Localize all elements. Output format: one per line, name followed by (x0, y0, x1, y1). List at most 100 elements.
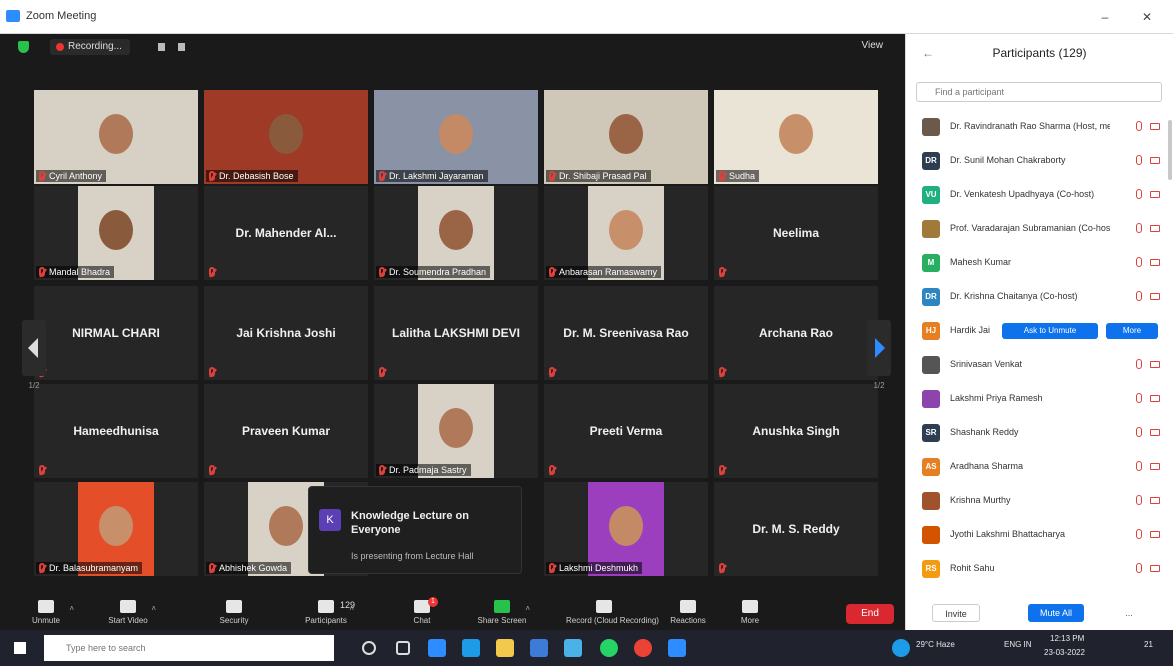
participant-row[interactable]: M Mahesh Kumar (906, 246, 1166, 280)
stop-recording-icon[interactable] (178, 43, 185, 51)
video-tile[interactable]: Dr. M. S. Reddy (714, 482, 878, 576)
participant-face (269, 506, 303, 546)
share-notification[interactable]: K Knowledge Lecture on Everyone Is prese… (308, 486, 522, 574)
video-tile[interactable]: Mandal Bhadra (34, 186, 198, 280)
end-meeting-button[interactable]: End (846, 604, 894, 624)
weather-text[interactable]: 29°C Haze (916, 640, 955, 649)
panel-scrollbar[interactable] (1168, 120, 1172, 180)
participant-row[interactable]: RS Rohit Sahu (906, 552, 1166, 586)
participant-row[interactable]: Prof. Varadarajan Subramanian (Co-host) (906, 212, 1166, 246)
video-tile[interactable]: Preeti Verma (544, 384, 708, 478)
close-button[interactable]: ✕ (1132, 6, 1162, 28)
video-tile[interactable]: Dr. Balasubramanyam (34, 482, 198, 576)
clock-date[interactable]: 23-03-2022 (1044, 648, 1085, 657)
mail-icon[interactable] (530, 639, 548, 657)
clock-time[interactable]: 12:13 PM (1050, 634, 1084, 643)
store-icon[interactable] (564, 639, 582, 657)
zoom-taskbar-icon[interactable] (428, 639, 446, 657)
minimize-button[interactable]: – (1090, 6, 1120, 28)
participant-name: Rohit Sahu (950, 563, 995, 573)
participant-name-label: Dr. Debasish Bose (206, 170, 298, 182)
chevron-up-icon[interactable]: ˄ (349, 604, 354, 613)
toolbar-button[interactable]: Record (Cloud Recording) (566, 596, 659, 630)
muted-mic-icon (39, 465, 45, 475)
video-tile[interactable]: Cyril Anthony (34, 90, 198, 184)
muted-mic-icon (1136, 257, 1142, 267)
mute-all-button[interactable]: Mute All (1028, 604, 1084, 622)
weather-icon (892, 639, 910, 657)
participant-row[interactable]: Jyothi Lakshmi Bhattacharya (906, 518, 1166, 552)
video-tile[interactable]: Lakshmi Deshmukh (544, 482, 708, 576)
language-indicator[interactable]: ENG IN (1004, 640, 1032, 649)
video-tile[interactable]: Dr. Shibaji Prasad Pal (544, 90, 708, 184)
security-shield-icon[interactable] (18, 41, 29, 53)
toolbar-button[interactable]: More (712, 596, 788, 630)
participant-row[interactable]: DR Dr. Sunil Mohan Chakraborty (906, 144, 1166, 178)
participant-row[interactable]: Krishna Murthy (906, 484, 1166, 518)
video-tile[interactable]: Dr. Soumendra Pradhan (374, 186, 538, 280)
participant-row[interactable]: SR Shashank Reddy (906, 416, 1166, 450)
view-button[interactable]: View (862, 40, 884, 51)
toolbar-button[interactable]: ˄ Share Screen (464, 596, 540, 630)
panel-more-button[interactable]: ... (1118, 604, 1140, 622)
participant-more-button[interactable]: More (1106, 323, 1158, 339)
chevron-up-icon[interactable]: ˄ (525, 604, 530, 613)
invite-button[interactable]: Invite (932, 604, 980, 622)
avatar: DR (922, 152, 940, 170)
video-tile[interactable]: NIRMAL CHARI (34, 286, 198, 380)
muted-mic-icon (1136, 155, 1142, 165)
participants-title: Participants (129) (992, 46, 1087, 60)
video-tile[interactable]: Sudha (714, 90, 878, 184)
muted-mic-icon (379, 267, 385, 277)
toolbar-button[interactable]: ˄ Start Video (90, 596, 166, 630)
previous-page-button[interactable]: 1/2 (22, 320, 46, 390)
participant-search-input[interactable] (916, 82, 1162, 102)
chrome-icon[interactable] (634, 639, 652, 657)
participant-name: Anushka Singh (752, 424, 840, 438)
participant-row[interactable]: AS Aradhana Sharma (906, 450, 1166, 484)
video-tile[interactable]: Praveen Kumar (204, 384, 368, 478)
next-page-button[interactable]: 1/2 (867, 320, 891, 390)
participant-row[interactable]: Lakshmi Priya Ramesh (906, 382, 1166, 416)
participant-row[interactable]: Dr. Ravindranath Rao Sharma (Host, me) (906, 110, 1166, 144)
video-tile[interactable]: Dr. Padmaja Sastry (374, 384, 538, 478)
pause-recording-icon[interactable] (158, 43, 165, 51)
windows-start-icon[interactable] (14, 642, 26, 654)
video-tile[interactable]: Dr. Lakshmi Jayaraman (374, 90, 538, 184)
edge-icon[interactable] (462, 639, 480, 657)
participant-name-label: Anbarasan Ramaswamy (546, 266, 662, 278)
zoom-app-taskbar-icon[interactable] (668, 639, 686, 657)
meeting-toolbar: ˄ Unmute ˄ Start Video Security 129 ˄ Participa… (0, 596, 905, 630)
video-tile[interactable]: Lalitha LAKSHMI DEVI (374, 286, 538, 380)
participant-row[interactable]: Srinivasan Venkat (906, 348, 1166, 382)
toolbar-button[interactable]: ˄ Unmute (8, 596, 84, 630)
participant-row[interactable]: HJ Hardik Jain Ask to Unmute More (906, 314, 1166, 348)
video-tile[interactable]: Hameedhunisa (34, 384, 198, 478)
notification-count[interactable]: 21 (1144, 640, 1153, 649)
chevron-up-icon[interactable]: ˄ (69, 604, 74, 613)
video-tile[interactable]: Archana Rao (714, 286, 878, 380)
video-tile[interactable]: Dr. Mahender Al... (204, 186, 368, 280)
taskbar-search-input[interactable] (44, 635, 334, 661)
avatar (922, 492, 940, 510)
toolbar-button[interactable]: Security (196, 596, 272, 630)
whatsapp-icon[interactable] (600, 639, 618, 657)
video-tile[interactable]: Dr. Debasish Bose (204, 90, 368, 184)
file-explorer-icon[interactable] (496, 639, 514, 657)
toolbar-button[interactable]: 129 ˄ Participants (288, 596, 364, 630)
video-tile[interactable]: Anushka Singh (714, 384, 878, 478)
toolbar-button[interactable]: 1 Chat (384, 596, 460, 630)
ask-to-unmute-button[interactable]: Ask to Unmute (1002, 323, 1098, 339)
task-view-icon[interactable] (396, 641, 410, 655)
video-tile[interactable]: Dr. M. Sreenivasa Rao (544, 286, 708, 380)
participant-row[interactable]: DR Dr. Krishna Chaitanya (Co-host) (906, 280, 1166, 314)
video-tile[interactable]: Anbarasan Ramaswamy (544, 186, 708, 280)
cortana-icon[interactable] (362, 641, 376, 655)
participant-row[interactable]: VU Dr. Venkatesh Upadhyaya (Co-host) (906, 178, 1166, 212)
chevron-right-icon (875, 338, 885, 358)
video-tile[interactable]: Jai Krishna Joshi (204, 286, 368, 380)
chevron-up-icon[interactable]: ˄ (151, 604, 156, 613)
muted-mic-icon (1136, 563, 1142, 573)
video-tile[interactable]: Neelima (714, 186, 878, 280)
record-icon (596, 600, 612, 613)
